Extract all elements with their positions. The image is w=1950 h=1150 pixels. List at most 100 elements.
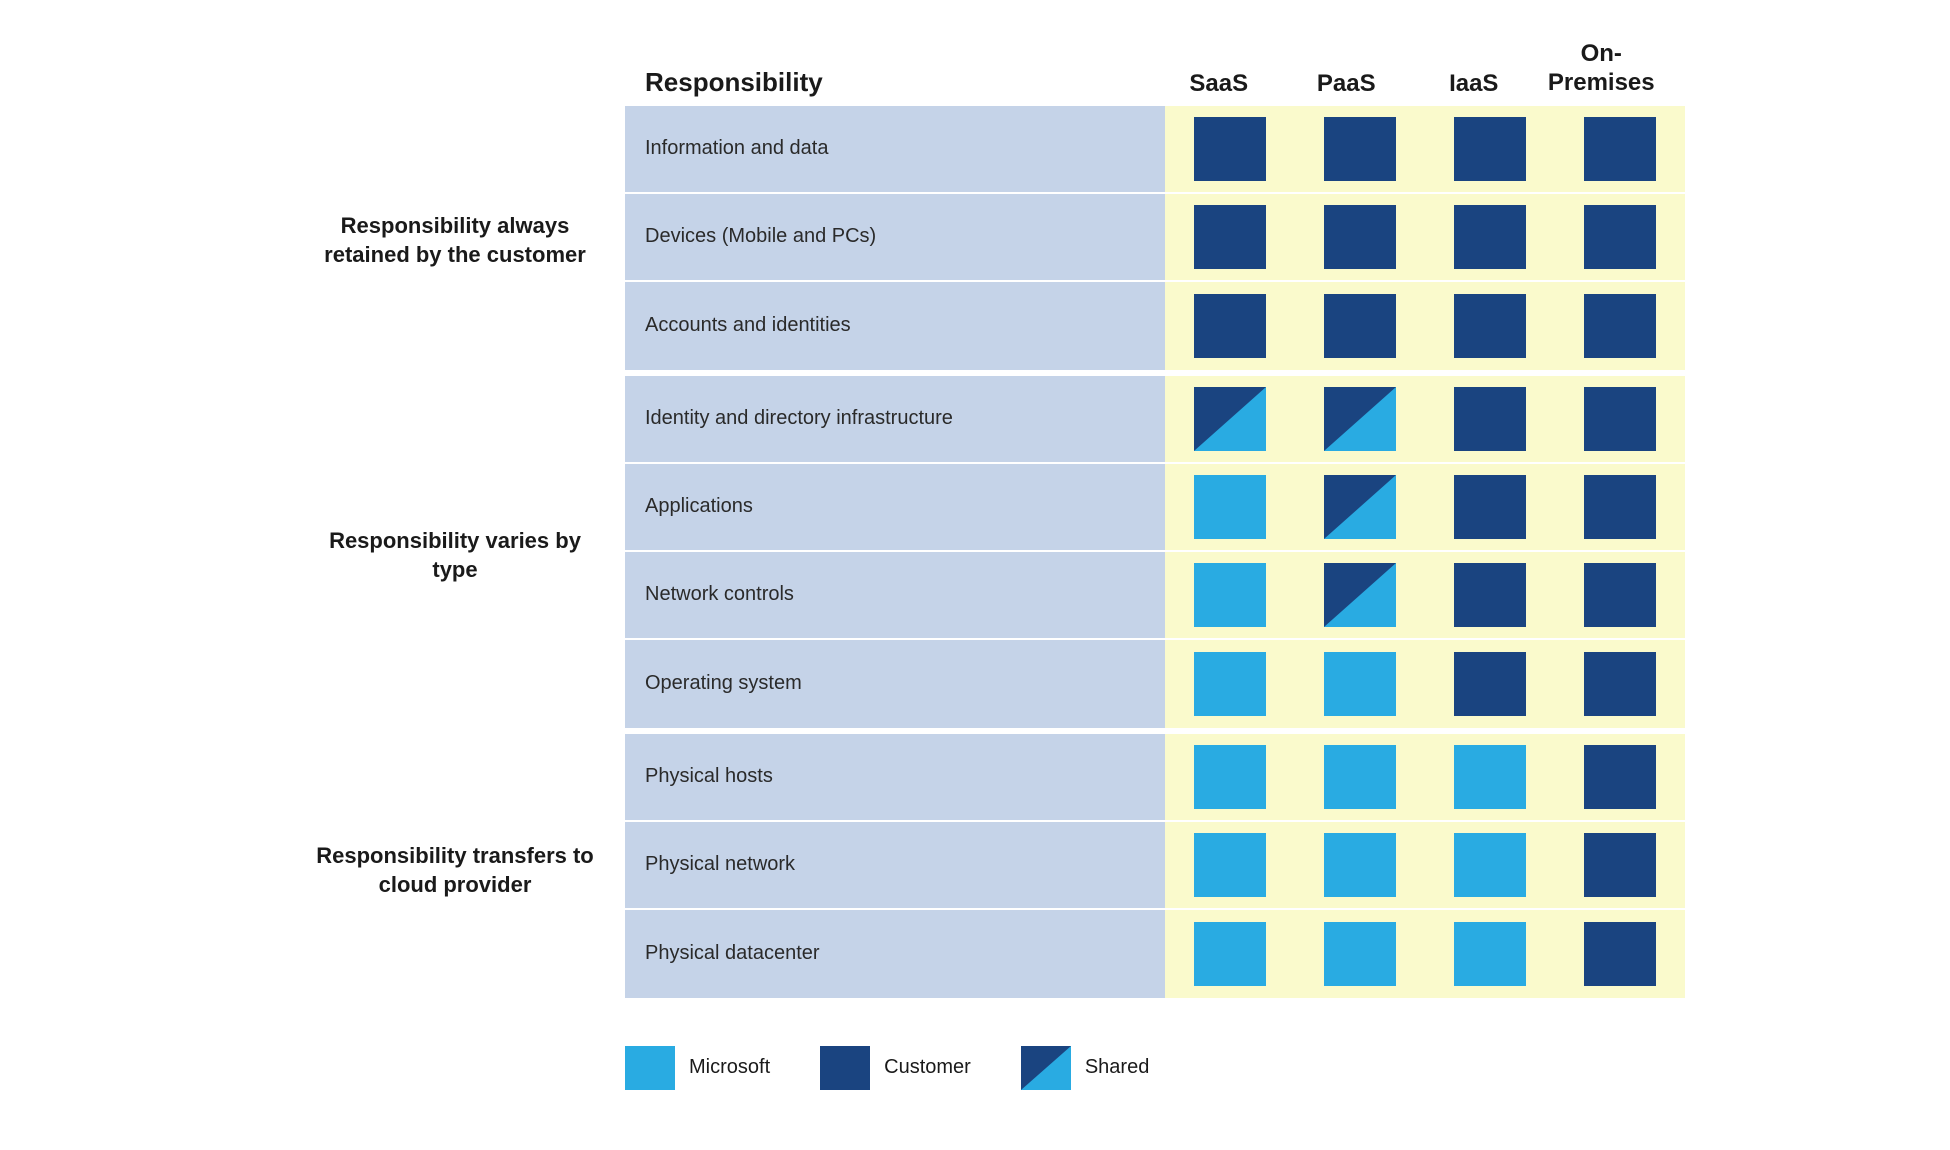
cell-app-iaas (1425, 464, 1555, 552)
cell-pdc-iaas (1425, 910, 1555, 998)
resp-applications: Applications (625, 464, 1165, 552)
sq-microsoft (1454, 922, 1526, 986)
legend-sq-customer (820, 1046, 870, 1090)
cell-acc-iaas (1425, 282, 1555, 370)
label-group-3: Responsibility transfers to cloud provid… (285, 736, 625, 1006)
sq-customer (1454, 294, 1526, 358)
sq-microsoft (1194, 475, 1266, 539)
cell-info-iaas (1425, 106, 1555, 194)
cell-acc-onprem (1555, 282, 1685, 370)
cell-pdc-saas (1165, 910, 1295, 998)
sq-customer (1194, 205, 1266, 269)
sq-customer (1584, 833, 1656, 897)
sq-microsoft (1454, 833, 1526, 897)
cell-dev-paas (1295, 194, 1425, 282)
legend-shared: Shared (1021, 1046, 1150, 1090)
sq-customer (1584, 117, 1656, 181)
table-row: Devices (Mobile and PCs) (625, 194, 1685, 282)
cell-netctrl-saas (1165, 552, 1295, 640)
sq-microsoft (1324, 745, 1396, 809)
cell-pnet-iaas (1425, 822, 1555, 910)
resp-physical-network: Physical network (625, 822, 1165, 910)
table-row: Operating system (625, 640, 1685, 728)
cell-pdc-paas (1295, 910, 1425, 998)
cell-netctrl-onprem (1555, 552, 1685, 640)
header-saas: SaaS (1155, 70, 1283, 98)
cell-dev-iaas (1425, 194, 1555, 282)
label-group-1: Responsibility always retained by the cu… (285, 106, 625, 376)
header-iaas: IaaS (1410, 70, 1538, 98)
header-row: Responsibility SaaS PaaS IaaS On-Premise… (285, 40, 1665, 98)
resp-devices: Devices (Mobile and PCs) (625, 194, 1165, 282)
legend-label-customer: Customer (884, 1056, 971, 1079)
right-side: Information and data Devices (Mobile and… (625, 106, 1685, 1006)
sq-customer (1324, 205, 1396, 269)
legend-label-shared: Shared (1085, 1056, 1150, 1079)
cell-ident-onprem (1555, 376, 1685, 464)
sq-customer (1454, 652, 1526, 716)
left-labels: Responsibility always retained by the cu… (285, 106, 625, 1006)
resp-accounts: Accounts and identities (625, 282, 1165, 370)
legend-sq-shared (1021, 1046, 1071, 1090)
sq-customer (1454, 117, 1526, 181)
table-row: Identity and directory infrastructure (625, 376, 1685, 464)
resp-os: Operating system (625, 640, 1165, 728)
table-row: Network controls (625, 552, 1685, 640)
chart-wrapper: Responsibility SaaS PaaS IaaS On-Premise… (225, 0, 1725, 1150)
responsibility-header: Responsibility (625, 67, 1155, 98)
sq-customer (1194, 117, 1266, 181)
table-row: Physical network (625, 822, 1685, 910)
legend-sq-microsoft (625, 1046, 675, 1090)
cell-acc-paas (1295, 282, 1425, 370)
cell-info-onprem (1555, 106, 1685, 194)
group-3-wrapper: Physical hosts Physical network (625, 734, 1685, 998)
sq-microsoft (1194, 563, 1266, 627)
chart-container: Responsibility SaaS PaaS IaaS On-Premise… (285, 40, 1665, 1090)
table-row: Physical datacenter (625, 910, 1685, 998)
sq-customer (1584, 205, 1656, 269)
cell-ident-saas (1165, 376, 1295, 464)
sq-customer (1454, 387, 1526, 451)
sq-microsoft (1194, 833, 1266, 897)
cell-os-onprem (1555, 640, 1685, 728)
cell-ident-iaas (1425, 376, 1555, 464)
cell-phosts-onprem (1555, 734, 1685, 822)
sq-customer (1324, 117, 1396, 181)
cell-app-paas (1295, 464, 1425, 552)
sq-shared (1194, 387, 1266, 451)
cell-netctrl-iaas (1425, 552, 1555, 640)
sq-shared (1324, 475, 1396, 539)
sq-customer (1584, 745, 1656, 809)
table-row: Accounts and identities (625, 282, 1685, 370)
cell-app-saas (1165, 464, 1295, 552)
resp-identity: Identity and directory infrastructure (625, 376, 1165, 464)
sq-customer (1454, 475, 1526, 539)
cell-pnet-paas (1295, 822, 1425, 910)
cell-ident-paas (1295, 376, 1425, 464)
sq-customer (1584, 563, 1656, 627)
cell-dev-onprem (1555, 194, 1685, 282)
cell-dev-saas (1165, 194, 1295, 282)
sq-customer (1584, 294, 1656, 358)
sq-shared (1324, 387, 1396, 451)
cell-phosts-iaas (1425, 734, 1555, 822)
cell-os-iaas (1425, 640, 1555, 728)
group-2-rows: Identity and directory infrastructure Ap… (625, 376, 1685, 728)
legend-microsoft: Microsoft (625, 1046, 770, 1090)
sq-microsoft (1324, 833, 1396, 897)
resp-information-data: Information and data (625, 106, 1165, 194)
resp-physical-hosts: Physical hosts (625, 734, 1165, 822)
cell-phosts-saas (1165, 734, 1295, 822)
cell-app-onprem (1555, 464, 1685, 552)
sq-customer (1584, 387, 1656, 451)
legend: Microsoft Customer Shared (285, 1046, 1665, 1090)
group-2-wrapper: Identity and directory infrastructure Ap… (625, 376, 1685, 728)
sq-microsoft (1194, 922, 1266, 986)
cell-acc-saas (1165, 282, 1295, 370)
sq-customer (1584, 475, 1656, 539)
cell-info-paas (1295, 106, 1425, 194)
resp-network-controls: Network controls (625, 552, 1165, 640)
main-content: Responsibility always retained by the cu… (285, 106, 1665, 1006)
sq-microsoft (1454, 745, 1526, 809)
sq-customer (1454, 205, 1526, 269)
